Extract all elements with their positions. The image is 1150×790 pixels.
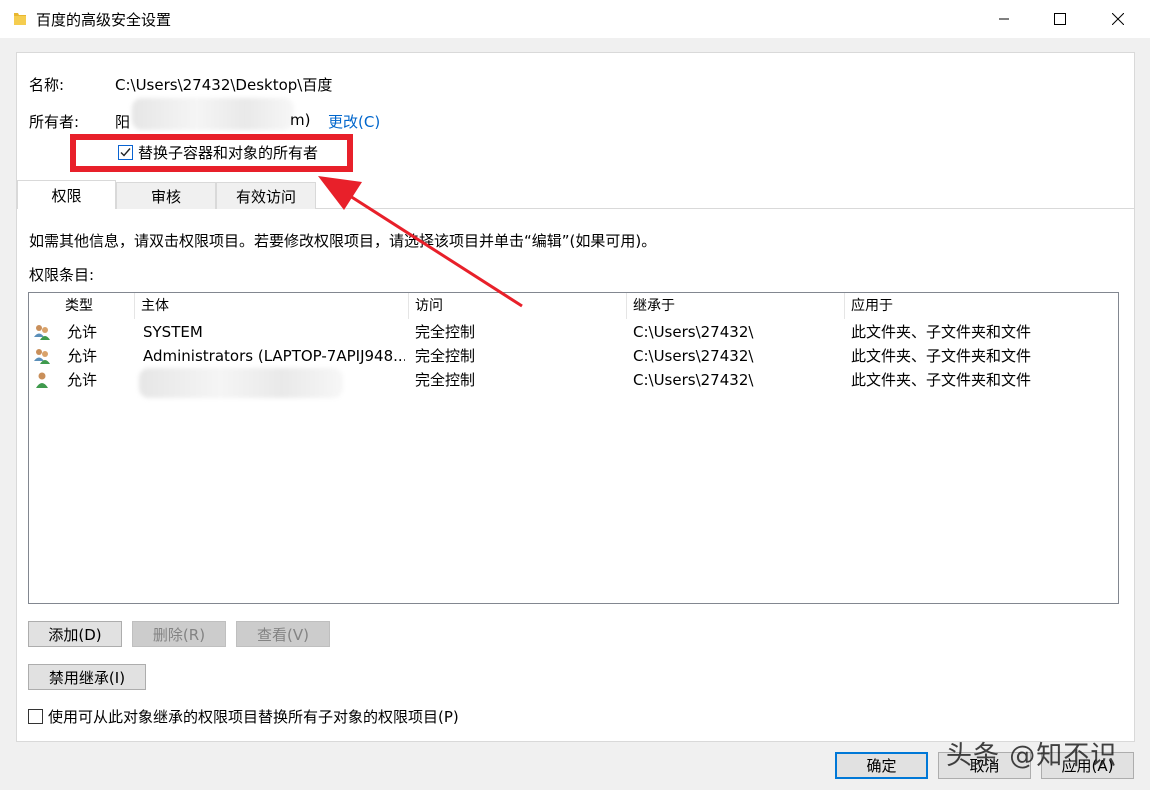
column-access[interactable]: 访问 <box>409 293 627 319</box>
redacted-owner <box>132 98 294 130</box>
replace-child-permissions-label: 使用可从此对象继承的权限项目替换所有子对象的权限项目(P) <box>48 708 459 726</box>
row-type: 允许 <box>67 371 98 389</box>
minimize-button[interactable] <box>976 0 1032 38</box>
watermark-text: 头条 @知不识 <box>946 741 1118 771</box>
view-button[interactable]: 查看(V) <box>236 621 330 647</box>
group-users-icon <box>34 349 50 364</box>
list-header: 类型 主体 访问 继承于 应用于 <box>29 293 1118 319</box>
maximize-button[interactable] <box>1032 0 1088 38</box>
column-principal[interactable]: 主体 <box>135 293 409 319</box>
row-type: 允许 <box>67 347 98 365</box>
table-row[interactable]: 允许 完全控制 C:\Users\27432\ 此文件夹、子文件夹和文件 <box>29 368 1118 398</box>
window-title: 百度的高级安全设置 <box>36 11 172 29</box>
maximize-icon <box>1054 13 1066 25</box>
close-button[interactable] <box>1090 0 1146 38</box>
row-inherited: C:\Users\27432\ <box>633 371 754 389</box>
owner-label: 所有者: <box>29 113 80 131</box>
folder-icon <box>14 13 26 25</box>
group-users-icon <box>34 325 50 340</box>
owner-value-start: 阳 <box>115 113 131 131</box>
add-button[interactable]: 添加(D) <box>28 621 122 647</box>
owner-value-end: m) <box>290 111 311 129</box>
column-applies-to[interactable]: 应用于 <box>845 293 1118 319</box>
redacted-principal <box>139 368 343 398</box>
row-applies: 此文件夹、子文件夹和文件 <box>851 323 1032 341</box>
entries-label: 权限条目: <box>29 266 95 284</box>
tab-effective-access[interactable]: 有效访问 <box>216 182 316 209</box>
ok-button[interactable]: 确定 <box>835 752 928 779</box>
instructions-text: 如需其他信息，请双击权限项目。若要修改权限项目，请选择该项目并单击“编辑”(如果… <box>29 232 657 250</box>
table-row[interactable]: 允许 SYSTEM 完全控制 C:\Users\27432\ 此文件夹、子文件夹… <box>29 320 1118 344</box>
row-access: 完全控制 <box>415 347 476 365</box>
checkmark-icon <box>120 148 131 157</box>
change-owner-link[interactable]: 更改(C) <box>328 111 380 132</box>
tab-permissions[interactable]: 权限 <box>17 180 116 209</box>
table-row[interactable]: 允许 Administrators (LAPTOP-7APIJ948... 完全… <box>29 344 1118 368</box>
tab-auditing[interactable]: 审核 <box>116 182 216 209</box>
row-applies: 此文件夹、子文件夹和文件 <box>851 371 1032 389</box>
permissions-list[interactable]: 类型 主体 访问 继承于 应用于 允许 SYSTEM 完全控制 C:\Users… <box>28 292 1119 604</box>
disable-inheritance-button[interactable]: 禁用继承(I) <box>28 664 146 690</box>
row-principal: Administrators (LAPTOP-7APIJ948... <box>143 347 405 365</box>
row-applies: 此文件夹、子文件夹和文件 <box>851 347 1032 365</box>
title-bar: 百度的高级安全设置 <box>0 0 1150 38</box>
minimize-icon <box>999 18 1009 20</box>
replace-child-permissions-checkbox[interactable] <box>28 709 43 724</box>
row-principal: SYSTEM <box>143 323 203 341</box>
row-access: 完全控制 <box>415 371 476 389</box>
close-icon <box>1112 13 1124 25</box>
column-inherited-from[interactable]: 继承于 <box>627 293 845 319</box>
row-access: 完全控制 <box>415 323 476 341</box>
row-inherited: C:\Users\27432\ <box>633 347 754 365</box>
column-type[interactable]: 类型 <box>59 293 135 319</box>
replace-owner-checkbox[interactable] <box>118 145 133 160</box>
name-label: 名称: <box>29 76 65 94</box>
name-value: C:\Users\27432\Desktop\百度 <box>115 76 333 94</box>
row-inherited: C:\Users\27432\ <box>633 323 754 341</box>
user-icon <box>36 372 48 388</box>
replace-owner-label: 替换子容器和对象的所有者 <box>138 144 319 162</box>
row-type: 允许 <box>67 323 98 341</box>
remove-button[interactable]: 删除(R) <box>132 621 226 647</box>
